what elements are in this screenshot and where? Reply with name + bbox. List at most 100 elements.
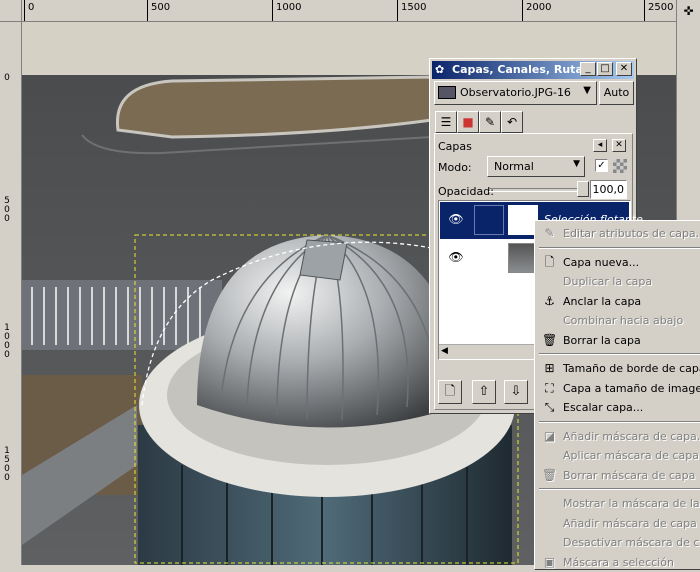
ruler-tick: [644, 0, 645, 21]
menu-item-label: Duplicar la capa: [563, 275, 653, 288]
mask-icon: ◪: [543, 428, 556, 443]
close-tab-icon[interactable]: ✕: [612, 139, 626, 152]
menu-item: Añadir máscara de capa: [537, 514, 700, 533]
menu-separator: [539, 246, 700, 249]
menu-item[interactable]: ⤡ Escalar capa...: [537, 398, 700, 417]
menu-separator: [539, 420, 700, 423]
anchor-icon: ⚓: [544, 293, 555, 308]
ruler-tick: [522, 0, 523, 21]
new-layer-button[interactable]: 🗋: [438, 380, 462, 404]
menu-item-label: Combinar hacia abajo: [563, 314, 684, 327]
menu-item-label: Borrar máscara de capa: [563, 468, 696, 482]
ruler-label: 1 0 0 0: [4, 323, 10, 360]
menu-item-label: Añadir máscara de capa...: [563, 429, 700, 443]
menu-item-label: Máscara a selección: [563, 555, 674, 569]
menu-item-label: Añadir máscara de capa: [563, 516, 697, 530]
menu-separator: [539, 488, 700, 490]
menu-item-label: Desactivar máscara de capa: [563, 536, 700, 549]
opacity-input[interactable]: 100,0: [590, 180, 627, 199]
eye-icon[interactable]: 👁: [446, 250, 466, 264]
layers-tab[interactable]: ☰: [435, 111, 457, 133]
ruler-tick: [397, 0, 398, 21]
vertical-ruler[interactable]: 0 5 0 0 1 0 0 0 1 5 0 0: [0, 22, 22, 565]
layer-chain-slot[interactable]: [474, 205, 504, 235]
menu-item: Combinar hacia abajo: [537, 311, 700, 330]
horizontal-ruler[interactable]: 0 500 1000 1500 2000 2500: [22, 0, 676, 22]
layer-context-menu[interactable]: ✎ Editar atributos de capa... 🗋 Capa nueva.…: [534, 220, 700, 570]
trash-icon: 🗑: [542, 332, 558, 347]
menu-item[interactable]: ⊞ Tamaño de borde de capa...: [537, 359, 700, 378]
ruler-tick: [272, 0, 273, 21]
ruler-label: 2500: [648, 2, 674, 13]
eye-icon[interactable]: 👁: [446, 212, 466, 226]
menu-item: ✎ Editar atributos de capa...: [537, 224, 700, 243]
menu-item: ▣ Máscara a selección: [537, 553, 700, 572]
menu-item: Duplicar la capa: [537, 272, 700, 291]
ruler-label: 0: [4, 73, 10, 83]
menu-item[interactable]: ⚓ Anclar la capa: [537, 292, 700, 311]
menu-item-label: Editar atributos de capa...: [563, 227, 700, 240]
scroll-left-icon[interactable]: ◀: [441, 346, 448, 356]
dialog-title: Capas, Canales, Ruta...: [452, 63, 596, 76]
channels-tab[interactable]: ■: [457, 111, 479, 133]
fit-icon: ⛶: [545, 380, 554, 395]
minimize-button[interactable]: _: [580, 62, 596, 76]
ruler-label: 0: [28, 2, 35, 13]
ruler-label: 5 0 0: [4, 196, 10, 224]
ruler-tick: [147, 0, 148, 21]
menu-item: 🗑 Borrar máscara de capa: [537, 466, 700, 485]
edit-icon: ✎: [544, 226, 555, 240]
section-title: Capas: [438, 140, 472, 153]
new-page-icon: 🗋: [544, 254, 555, 269]
ruler-label: 1000: [276, 2, 302, 13]
menu-item-label: Tamaño de borde de capa...: [563, 362, 700, 375]
opacity-label: Opacidad:: [438, 185, 494, 198]
image-selector[interactable]: Observatorio.JPG-16 ▼: [434, 81, 597, 105]
mode-label: Modo:: [438, 161, 472, 174]
gimp-icon: ✿: [435, 63, 445, 76]
menu-item: Aplicar máscara de capa: [537, 446, 700, 465]
ruler-label: 1500: [401, 2, 427, 13]
close-button[interactable]: ✕: [616, 62, 632, 76]
ruler-tick: [24, 0, 25, 21]
paths-tab[interactable]: ✎: [479, 111, 501, 133]
mode-value: Normal: [494, 160, 534, 173]
navigate-icon[interactable]: ✜: [676, 0, 700, 22]
menu-item-label: Anclar la capa: [563, 294, 642, 308]
mode-select[interactable]: Normal ▼: [487, 156, 585, 177]
menu-item: Desactivar máscara de capa: [537, 533, 700, 552]
menu-item-label: Mostrar la máscara de la capa: [563, 497, 700, 510]
menu-item[interactable]: ⛶ Capa a tamaño de imagen: [537, 379, 700, 398]
image-thumb-icon: [438, 86, 456, 99]
opacity-slider[interactable]: [489, 188, 589, 192]
image-name: Observatorio.JPG-16: [460, 86, 571, 99]
ruler-label: 2000: [526, 2, 552, 13]
menu-item-label: Capa a tamaño de imagen: [563, 381, 700, 395]
menu-item-label: Escalar capa...: [563, 401, 644, 414]
panel-menu-icon[interactable]: ◂: [593, 139, 607, 152]
chevron-down-icon[interactable]: ▼: [583, 85, 591, 96]
scale-icon: ⤡: [544, 400, 555, 414]
mask-selection-icon: ▣: [543, 554, 556, 569]
keep-transparency-checkbox[interactable]: ✓: [595, 159, 608, 172]
transparency-icon: [613, 159, 627, 173]
menu-item[interactable]: 🗑 Borrar la capa: [537, 331, 700, 350]
ruler-label: 1 5 0 0: [4, 446, 10, 483]
raise-layer-button[interactable]: ⇧: [472, 380, 496, 404]
ruler-corner: [0, 0, 22, 22]
ruler-label: 500: [151, 2, 171, 13]
menu-item[interactable]: 🗋 Capa nueva...: [537, 253, 700, 272]
resize-icon: ⊞: [544, 361, 555, 375]
opacity-slider-thumb[interactable]: [577, 181, 589, 197]
undo-tab[interactable]: ↶: [501, 111, 523, 133]
menu-item-label: Aplicar máscara de capa: [563, 449, 699, 462]
menu-separator: [539, 353, 700, 355]
menu-item: ◪ Añadir máscara de capa...: [537, 427, 700, 446]
auto-button[interactable]: Auto: [599, 81, 634, 105]
maximize-button[interactable]: □: [597, 62, 613, 76]
menu-item: Mostrar la máscara de la capa: [537, 494, 700, 513]
trash-icon: 🗑: [542, 467, 558, 482]
lower-layer-button[interactable]: ⇩: [504, 380, 528, 404]
menu-item-label: Capa nueva...: [563, 255, 640, 269]
chevron-down-icon: ▼: [573, 159, 580, 169]
